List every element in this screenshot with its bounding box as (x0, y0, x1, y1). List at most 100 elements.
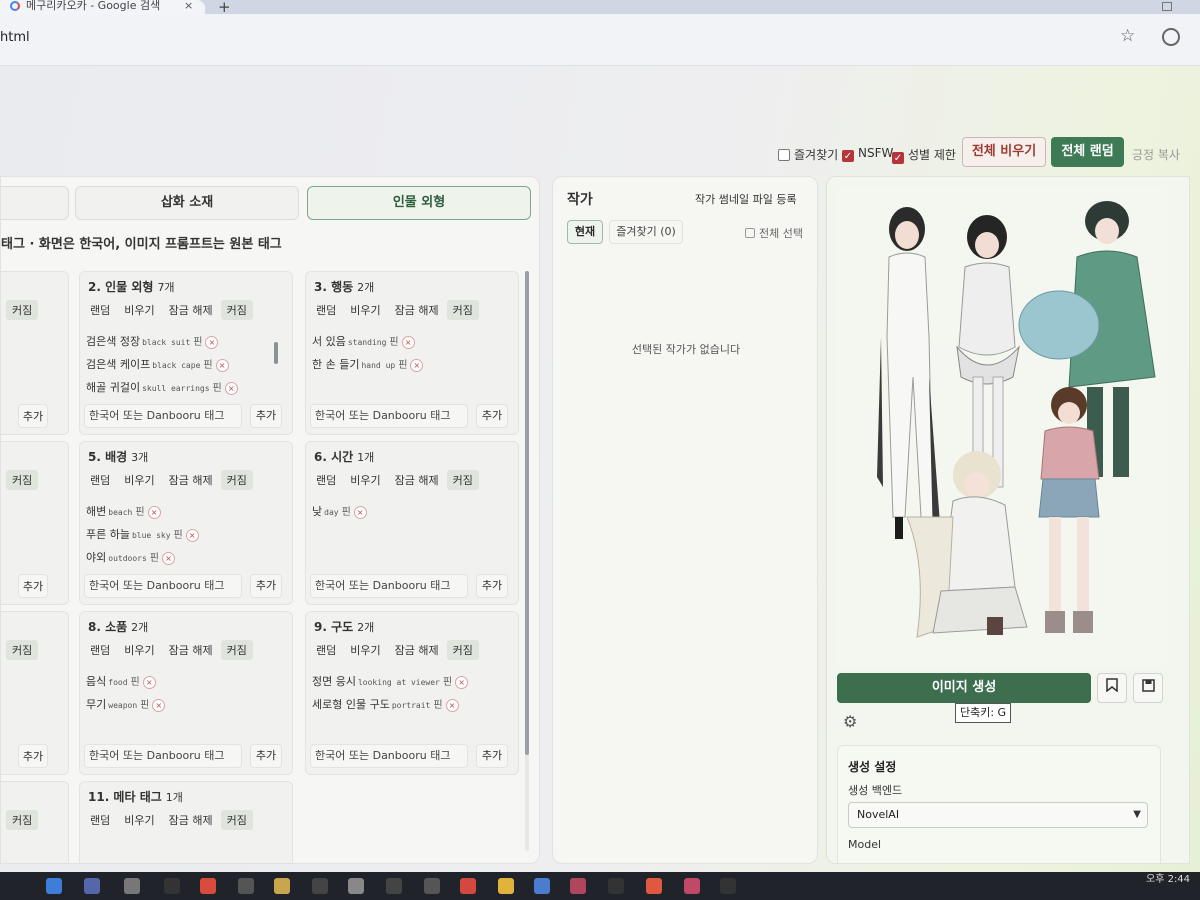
chrome-icon[interactable] (200, 878, 216, 894)
restore-window-icon[interactable] (1162, 2, 1172, 11)
tab-close-icon[interactable]: × (184, 0, 193, 12)
unlock-button[interactable]: 잠금 해제 (163, 810, 219, 830)
remove-tag-icon[interactable]: × (185, 529, 199, 542)
pin-button[interactable]: 핀 (398, 360, 407, 371)
tag-input[interactable]: 한국어 또는 Danbooru 태그 (310, 404, 468, 428)
add-tag-button[interactable]: 추가 (476, 404, 508, 428)
tag-chip[interactable]: 검은색 정장 black suit 핀 × (84, 332, 284, 352)
gear-icon[interactable]: ⚙ (843, 712, 857, 731)
tag-input[interactable]: 한국어 또는 Danbooru 태그 (84, 574, 242, 598)
backend-select[interactable]: NovelAI ▼ (848, 802, 1148, 828)
add-tag-button[interactable]: 추가 (250, 574, 282, 598)
register-thumbnail-button[interactable]: 작가 썸네일 파일 등록 (695, 191, 797, 207)
mode-tab-hidden[interactable] (1, 186, 69, 220)
tag-chip[interactable]: 낮 day 핀 × (310, 502, 510, 522)
taskbar-app-icon[interactable] (312, 878, 328, 894)
add-tag-button[interactable]: 추가 (250, 404, 282, 428)
tag-chip[interactable]: 해골 귀걸이 skull earrings 핀 × (84, 378, 284, 398)
tag-chip[interactable]: 무기 weapon 핀 × (84, 695, 284, 715)
folder-icon[interactable] (498, 878, 514, 894)
random-button[interactable]: 랜덤 (310, 470, 342, 490)
tag-chip[interactable]: 음식 food 핀 × (84, 672, 284, 692)
taskbar-app-icon[interactable] (348, 878, 364, 894)
tag-chip[interactable]: 야외 outdoors 핀 × (84, 548, 284, 568)
taskbar-app-icon[interactable] (424, 878, 440, 894)
checkbox-box[interactable] (745, 228, 755, 238)
clear-button[interactable]: 비우기 (118, 640, 160, 660)
clear-button[interactable]: 비우기 (118, 810, 160, 830)
add-tag-button[interactable]: 추가 (18, 744, 48, 768)
tag-input[interactable]: 한국어 또는 Danbooru 태그 (310, 574, 468, 598)
add-tag-button[interactable]: 추가 (250, 744, 282, 768)
random-button[interactable]: 랜덤 (84, 640, 116, 660)
remove-tag-icon[interactable]: × (455, 676, 469, 689)
remove-tag-icon[interactable]: × (161, 552, 175, 565)
terminal-icon[interactable] (608, 878, 624, 894)
random-button[interactable]: 랜덤 (310, 640, 342, 660)
remove-tag-icon[interactable]: × (215, 359, 229, 372)
big-toggle[interactable]: 커짐 (446, 640, 479, 660)
tag-input[interactable]: 한국어 또는 Danbooru 태그 (84, 744, 242, 768)
pin-button[interactable]: 핀 (140, 700, 149, 711)
checkmark-icon[interactable]: ✓ (842, 150, 854, 162)
clear-all-button[interactable]: 전체 비우기 (962, 137, 1046, 167)
tag-chip[interactable]: 한 손 들기 hand up 핀 × (310, 355, 510, 375)
remove-tag-icon[interactable]: × (410, 359, 424, 372)
taskbar-app-icon[interactable] (274, 878, 290, 894)
taskbar-app-icon[interactable] (164, 878, 180, 894)
unlock-button[interactable]: 잠금 해제 (163, 300, 219, 320)
taskbar-app-icon[interactable] (534, 878, 550, 894)
big-toggle[interactable]: 커짐 (220, 810, 253, 830)
taskbar-app-icon[interactable] (570, 878, 586, 894)
remove-tag-icon[interactable]: × (152, 699, 166, 712)
tag-chip[interactable]: 검은색 케이프 black cape 핀 × (84, 355, 284, 375)
remove-tag-icon[interactable]: × (401, 336, 415, 349)
clear-button[interactable]: 비우기 (344, 470, 386, 490)
random-button[interactable]: 랜덤 (310, 300, 342, 320)
tag-panel-scrollbar[interactable] (525, 271, 529, 851)
favorites-checkbox[interactable]: 즐겨찾기 (778, 146, 838, 163)
tag-chip[interactable]: 푸른 하늘 blue sky 핀 × (84, 525, 284, 545)
tag-chip[interactable]: 해변 beach 핀 × (84, 502, 284, 522)
browser-tab[interactable]: 메구리카오카 - Google 검색 × (0, 0, 205, 14)
pin-button[interactable]: 핀 (174, 530, 183, 541)
big-toggle[interactable]: 커짐 (6, 810, 39, 830)
big-toggle[interactable]: 커짐 (220, 470, 253, 490)
nsfw-checkbox[interactable]: ✓ NSFW (842, 146, 893, 162)
clear-button[interactable]: 비우기 (118, 470, 160, 490)
remove-tag-icon[interactable]: × (353, 506, 367, 519)
generate-image-button[interactable]: 이미지 생성 (837, 673, 1091, 703)
random-button[interactable]: 랜덤 (84, 810, 116, 830)
taskbar-app-icon[interactable] (460, 878, 476, 894)
add-tag-button[interactable]: 추가 (18, 404, 48, 428)
taskbar-app-icon[interactable] (238, 878, 254, 894)
tab-favorites[interactable]: 즐겨찾기 (0) (609, 220, 683, 244)
tab-appearance[interactable]: 인물 외형 (307, 186, 531, 220)
checkbox-box[interactable] (778, 149, 790, 161)
gender-limit-checkbox[interactable]: ✓ 성별 제한 (892, 146, 956, 164)
big-toggle[interactable]: 커짐 (446, 470, 479, 490)
add-tag-button[interactable]: 추가 (18, 574, 48, 598)
tag-chip[interactable]: 서 있음 standing 핀 × (310, 332, 510, 352)
tag-chip[interactable]: 정면 응시 looking at viewer 핀 × (310, 672, 510, 692)
checkmark-icon[interactable]: ✓ (892, 152, 904, 164)
clear-button[interactable]: 비우기 (344, 300, 386, 320)
unlock-button[interactable]: 잠금 해제 (389, 640, 445, 660)
windows-start-icon[interactable] (46, 878, 62, 894)
chrome-icon[interactable] (646, 878, 662, 894)
add-tag-button[interactable]: 추가 (476, 574, 508, 598)
pin-button[interactable]: 핀 (433, 700, 442, 711)
pin-button[interactable]: 핀 (203, 360, 212, 371)
tab-current[interactable]: 현재 (567, 220, 603, 244)
tag-input[interactable]: 한국어 또는 Danbooru 태그 (310, 744, 468, 768)
tab-illustration[interactable]: 삽화 소재 (75, 186, 299, 220)
clear-button[interactable]: 비우기 (344, 640, 386, 660)
unlock-button[interactable]: 잠금 해제 (163, 470, 219, 490)
tag-chip[interactable]: 세로형 인물 구도 portrait 핀 × (310, 695, 510, 715)
taskbar-app-icon[interactable] (720, 878, 736, 894)
big-toggle[interactable]: 커짐 (220, 640, 253, 660)
taskbar-clock[interactable]: 오후 2:44 (1146, 874, 1190, 885)
remove-tag-icon[interactable]: × (142, 676, 156, 689)
tag-input[interactable]: 한국어 또는 Danbooru 태그 (84, 404, 242, 428)
tag-list-scrollbar[interactable] (274, 342, 278, 364)
